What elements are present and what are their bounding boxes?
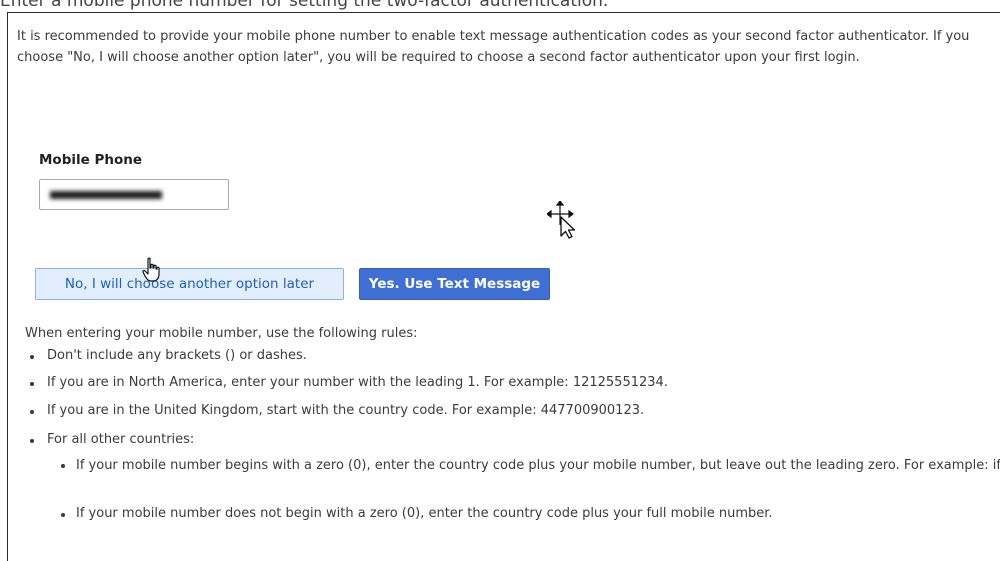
bullet-icon xyxy=(30,355,34,359)
bullet-icon xyxy=(61,464,65,468)
instruction-caption: Enter a mobile phone number for setting … xyxy=(0,0,609,11)
bullet-icon xyxy=(61,513,65,517)
mobile-phone-input[interactable] xyxy=(39,179,229,210)
bullet-icon xyxy=(30,382,34,386)
rules-intro: When entering your mobile number, use th… xyxy=(25,326,418,341)
redacted-phone-number xyxy=(50,191,162,199)
use-text-message-button[interactable]: Yes. Use Text Message xyxy=(359,268,550,300)
hand-pointer-cursor-icon xyxy=(142,257,160,282)
mobile-phone-label: Mobile Phone xyxy=(39,152,143,168)
choose-later-button[interactable]: No, I will choose another option later xyxy=(35,268,344,300)
mfa-enrollment-panel: It is recommended to provide your mobile… xyxy=(7,12,1000,561)
bullet-icon xyxy=(30,410,34,414)
intro-text: It is recommended to provide your mobile… xyxy=(17,29,970,65)
bullet-icon xyxy=(30,439,34,443)
page: Enter a mobile phone number for setting … xyxy=(0,0,1000,561)
move-arrow-cursor-icon xyxy=(547,201,576,239)
